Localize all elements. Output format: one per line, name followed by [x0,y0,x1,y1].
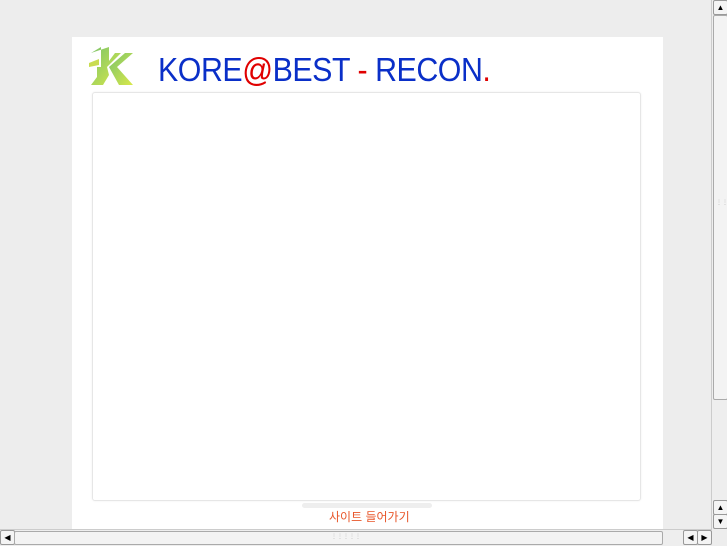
divider [302,503,432,508]
scroll-up-button-bottom[interactable]: ▲ [713,500,727,515]
scroll-left-button[interactable]: ◀ [0,530,15,545]
horizontal-scroll-thumb[interactable]: ⋮⋮⋮⋮⋮ [14,531,663,545]
scroll-down-button[interactable]: ▼ [713,514,727,529]
horizontal-scrollbar[interactable]: ◀ ⋮⋮⋮⋮⋮ ◀ ▶ [0,529,712,546]
vertical-scrollbar[interactable]: ▲ ⋮⋮⋮ ▲ ▼ [711,0,727,530]
title-part: RECON [375,51,483,88]
scroll-right-button[interactable]: ▶ [697,530,712,545]
site-title: KORE@BEST - RECON. [158,51,491,89]
vertical-scroll-thumb[interactable]: ⋮⋮⋮ [713,15,727,400]
title-at: @ [242,51,273,88]
title-part: BEST [272,51,350,88]
logo-icon [87,45,141,87]
scroll-left-button-right[interactable]: ◀ [683,530,698,545]
title-dash: - [349,51,376,88]
scroll-up-button[interactable]: ▲ [713,0,727,15]
title-part: KORE [158,51,243,88]
enter-site-link[interactable]: 사이트 들어가기 [329,510,410,524]
content-frame [92,92,641,501]
title-dot: . [482,51,491,88]
page-container: KORE@BEST - RECON. 사이트 들어가기 [72,37,663,530]
